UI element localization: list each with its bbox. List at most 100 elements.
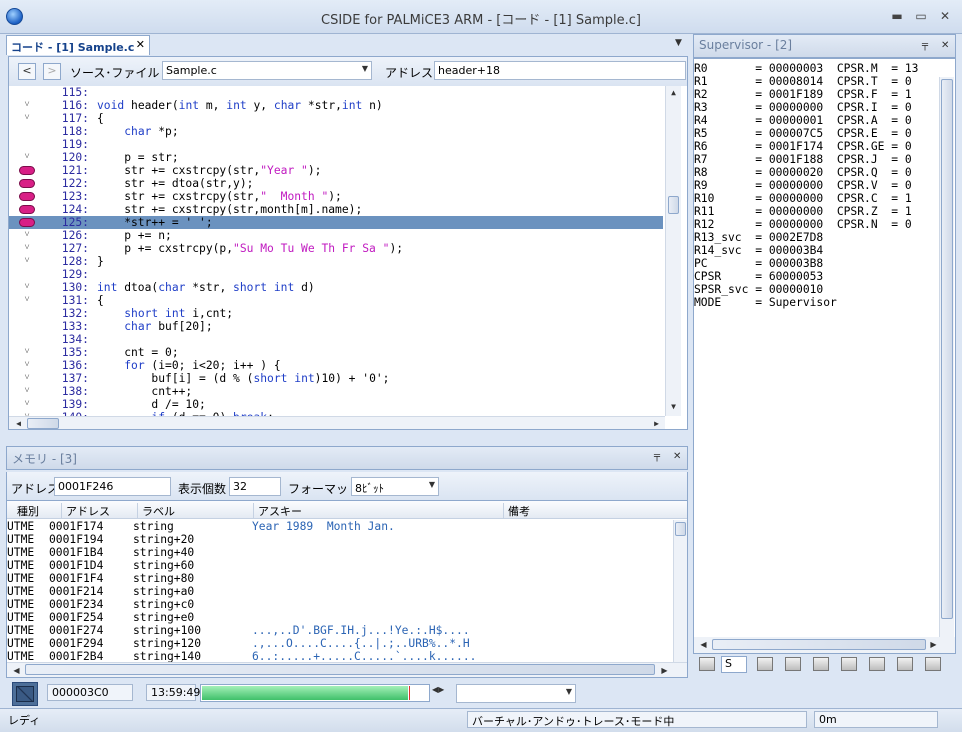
- code-line[interactable]: ˅ 139: d /= 10;: [9, 398, 663, 411]
- code-line[interactable]: ˅ 128:}: [9, 255, 663, 268]
- window-tab-icon[interactable]: [925, 657, 941, 671]
- register-horizontal-scrollbar[interactable]: ◀ ▶: [694, 637, 955, 653]
- close-supervisor-icon[interactable]: ✕: [941, 40, 949, 51]
- code-line[interactable]: 122: str += dtoa(str,y);: [9, 177, 663, 190]
- fold-marker-icon[interactable]: ˅: [19, 99, 35, 112]
- code-line[interactable]: ˅ 116: void header(int m, int y, char *str…: [9, 99, 663, 112]
- memory-address-input[interactable]: 0001F246: [54, 477, 171, 496]
- register-row[interactable]: R4 = 00000001 CPSR.A = 0: [694, 114, 912, 127]
- memory-view[interactable]: 種別 アドレス ラベル アスキー 備考 UTME 0001F174 string Ye…: [6, 500, 688, 678]
- scroll-thumb[interactable]: [675, 522, 686, 536]
- forward-button[interactable]: >: [43, 63, 61, 80]
- close-tab-icon[interactable]: ✕: [136, 38, 145, 51]
- window-tab-icon[interactable]: [813, 657, 829, 671]
- progress-arrows-icon[interactable]: ◀▶: [432, 685, 452, 702]
- code-editor[interactable]: 115: ˅ 116: void header(int m, int y, char …: [8, 86, 688, 430]
- hscroll-thumb[interactable]: [712, 639, 926, 650]
- code-line[interactable]: 125: *str++ = ' ';: [9, 216, 663, 229]
- col-type[interactable]: 種別: [17, 503, 39, 519]
- register-row[interactable]: R11 = 00000000 CPSR.Z = 1: [694, 205, 912, 218]
- code-line[interactable]: 121: str += cxstrcpy(str,"Year ");: [9, 164, 663, 177]
- close-memory-icon[interactable]: ✕: [673, 451, 681, 462]
- scroll-left-icon[interactable]: ◀: [11, 419, 26, 428]
- window-tab-icon[interactable]: [869, 657, 885, 671]
- register-row[interactable]: R5 = 000007C5 CPSR.E = 0: [694, 127, 912, 140]
- code-line[interactable]: ˅ 117: {: [9, 112, 663, 125]
- register-row[interactable]: R1 = 00008014 CPSR.T = 0: [694, 75, 912, 88]
- register-row[interactable]: CPSR = 60000053: [694, 270, 823, 283]
- format-select[interactable]: 8ﾋﾞｯﾄ ▼: [351, 477, 439, 496]
- col-label[interactable]: ラベル: [137, 503, 175, 519]
- fold-marker-icon[interactable]: ˅: [19, 359, 35, 372]
- memory-row[interactable]: UTME 0001F194 string+20: [7, 533, 673, 546]
- scroll-right-icon[interactable]: ▶: [649, 419, 664, 428]
- code-line[interactable]: ˅ 138: cnt++;: [9, 385, 663, 398]
- window-tab-icon[interactable]: [897, 657, 913, 671]
- memory-vertical-scrollbar[interactable]: [673, 520, 687, 662]
- fold-marker-icon[interactable]: ˅: [19, 294, 35, 307]
- window-tab-icon[interactable]: [699, 657, 715, 671]
- code-line[interactable]: 118: char *p;: [9, 125, 663, 138]
- register-view[interactable]: R0 = 00000003 CPSR.M = 13 R1 = 00008014 C…: [693, 58, 956, 654]
- target-status-icon[interactable]: [12, 682, 38, 706]
- register-row[interactable]: R6 = 0001F174 CPSR.GE = 0: [694, 140, 912, 153]
- window-tab-icon[interactable]: [841, 657, 857, 671]
- hscroll-thumb[interactable]: [27, 418, 59, 429]
- fold-marker-icon[interactable]: ˅: [19, 372, 35, 385]
- register-row[interactable]: R9 = 00000000 CPSR.V = 0: [694, 179, 912, 192]
- scroll-right-icon[interactable]: ▶: [657, 666, 672, 675]
- code-line[interactable]: ˅ 135: cnt = 0;: [9, 346, 663, 359]
- memory-row[interactable]: UTME 0001F174 string Year 1989 Month Jan.: [7, 520, 673, 533]
- memory-row[interactable]: UTME 0001F1D4 string+60: [7, 559, 673, 572]
- code-line[interactable]: 119:: [9, 138, 663, 151]
- scroll-right-icon[interactable]: ▶: [926, 640, 941, 649]
- code-line[interactable]: ˅ 131: {: [9, 294, 663, 307]
- fold-marker-icon[interactable]: ˅: [19, 281, 35, 294]
- breakpoint-icon[interactable]: [19, 166, 35, 175]
- register-row[interactable]: R0 = 00000003 CPSR.M = 13: [694, 62, 918, 75]
- toolbar-select[interactable]: ▼: [456, 684, 576, 703]
- breakpoint-icon[interactable]: [19, 192, 35, 201]
- code-line[interactable]: ˅ 120: p = str;: [9, 151, 663, 164]
- register-row[interactable]: R7 = 0001F188 CPSR.J = 0: [694, 153, 912, 166]
- pin-icon[interactable]: ╤: [922, 40, 928, 51]
- scroll-thumb[interactable]: [941, 79, 953, 619]
- code-line[interactable]: 133: char buf[20];: [9, 320, 663, 333]
- memory-row[interactable]: UTME 0001F1B4 string+40: [7, 546, 673, 559]
- breakpoint-icon[interactable]: [19, 179, 35, 188]
- back-button[interactable]: <: [18, 63, 36, 80]
- col-notes[interactable]: 備考: [503, 503, 530, 519]
- breakpoint-icon[interactable]: [19, 205, 35, 214]
- fold-marker-icon[interactable]: ˅: [19, 385, 35, 398]
- register-row[interactable]: R8 = 00000020 CPSR.Q = 0: [694, 166, 912, 179]
- memory-row[interactable]: UTME 0001F234 string+c0: [7, 598, 673, 611]
- code-line[interactable]: ˅ 130: int dtoa(char *str, short int d): [9, 281, 663, 294]
- hscroll-thumb[interactable]: [25, 664, 655, 675]
- register-row[interactable]: SPSR_svc = 00000010: [694, 283, 823, 296]
- source-file-select[interactable]: Sample.c ▼: [162, 61, 372, 80]
- col-ascii[interactable]: アスキー: [253, 503, 302, 519]
- memory-row[interactable]: UTME 0001F1F4 string+80: [7, 572, 673, 585]
- code-line[interactable]: ˅ 126: p += n;: [9, 229, 663, 242]
- register-row[interactable]: R14_svc = 000003B4: [694, 244, 823, 257]
- code-line[interactable]: ˅ 137: buf[i] = (d % (short int)10) + '0'…: [9, 372, 663, 385]
- register-row[interactable]: MODE = Supervisor: [694, 296, 837, 309]
- fold-marker-icon[interactable]: ˅: [19, 229, 35, 242]
- code-line[interactable]: 134:: [9, 333, 663, 346]
- scroll-down-icon[interactable]: ▼: [666, 402, 681, 411]
- code-line[interactable]: 124: str += cxstrcpy(str,month[m].name);: [9, 203, 663, 216]
- memory-horizontal-scrollbar[interactable]: ◀ ▶: [7, 662, 687, 677]
- register-row[interactable]: R3 = 00000000 CPSR.I = 0: [694, 101, 912, 114]
- code-line[interactable]: 123: str += cxstrcpy(str," Month ");: [9, 190, 663, 203]
- address-input[interactable]: header+18: [434, 61, 686, 80]
- code-line[interactable]: ˅ 136: for (i=0; i<20; i++ ) {: [9, 359, 663, 372]
- code-line[interactable]: ˅ 127: p += cxstrcpy(p,"Su Mo Tu We Th Fr…: [9, 242, 663, 255]
- tab-supervisor[interactable]: S: [721, 656, 747, 673]
- memory-row[interactable]: UTME 0001F214 string+a0: [7, 585, 673, 598]
- tab-code-sample-c[interactable]: コード - [1] Sample.c ✕: [6, 35, 150, 55]
- code-line[interactable]: 115:: [9, 86, 663, 99]
- register-row[interactable]: R13_svc = 0002E7D8: [694, 231, 823, 244]
- fold-marker-icon[interactable]: ˅: [19, 151, 35, 164]
- scroll-left-icon[interactable]: ◀: [9, 666, 24, 675]
- code-line[interactable]: 129:: [9, 268, 663, 281]
